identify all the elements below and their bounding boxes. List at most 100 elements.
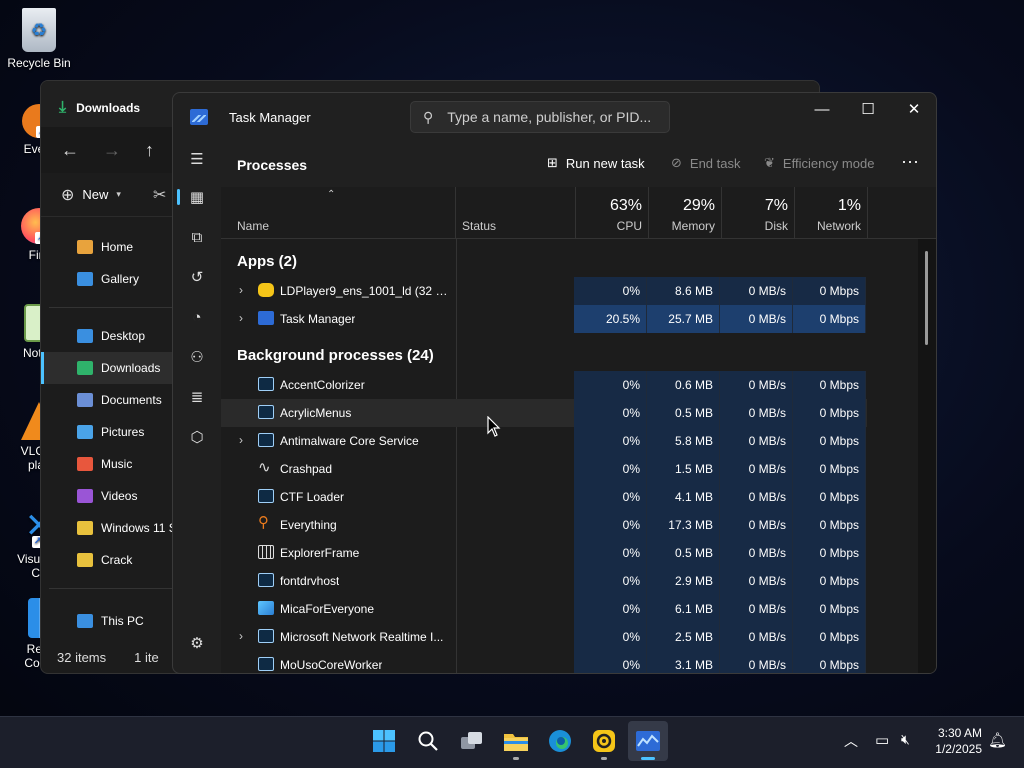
process-row[interactable]: MicaForEveryone 0% 6.1 MB 0 MB/s 0 Mbps bbox=[221, 595, 867, 623]
column-header-spacer bbox=[868, 187, 936, 239]
process-row[interactable]: AcrylicMenus 0% 0.5 MB 0 MB/s 0 Mbps bbox=[221, 399, 867, 427]
process-name: CTF Loader bbox=[280, 490, 345, 504]
download-icon: ⤓ bbox=[59, 99, 67, 116]
notification-bell-icon[interactable]: 🔔︎ bbox=[988, 731, 1007, 749]
edge-taskbar-button[interactable] bbox=[540, 721, 580, 761]
process-row[interactable]: ∿ Crashpad 0% 1.5 MB 0 MB/s 0 Mbps bbox=[221, 455, 867, 483]
column-header-cpu[interactable]: 63% CPU bbox=[576, 187, 649, 239]
file-explorer-taskbar-button[interactable] bbox=[496, 721, 536, 761]
more-options-icon[interactable]: ··· bbox=[901, 151, 919, 172]
process-network: 0 Mbps bbox=[793, 511, 866, 539]
processes-nav-icon[interactable]: ▦ bbox=[177, 179, 217, 215]
forward-arrow-icon[interactable]: → bbox=[103, 140, 121, 161]
chevron-right-icon[interactable]: › bbox=[239, 283, 243, 297]
process-row[interactable]: › Task Manager 20.5% 25.7 MB 0 MB/s 0 Mbps bbox=[221, 305, 867, 333]
chevron-right-icon[interactable]: › bbox=[239, 311, 243, 325]
sidebar-item-videos[interactable]: Videos bbox=[41, 480, 181, 512]
details-nav-icon[interactable]: ≣ bbox=[177, 379, 217, 415]
window-icon bbox=[258, 657, 274, 671]
new-button[interactable]: New bbox=[82, 187, 108, 202]
hamburger-menu-icon[interactable]: ☰ bbox=[177, 141, 217, 177]
desktop-icon-recycle-bin[interactable]: ♻ Recycle Bin bbox=[0, 8, 78, 70]
process-row[interactable]: ExplorerFrame 0% 0.5 MB 0 MB/s 0 Mbps bbox=[221, 539, 867, 567]
column-header-name[interactable]: ⌃ Name bbox=[221, 187, 456, 239]
ldplayer-taskbar-button[interactable] bbox=[584, 721, 624, 761]
folder-icon bbox=[77, 489, 93, 503]
start-button[interactable] bbox=[364, 721, 404, 761]
folder-icon bbox=[77, 240, 93, 254]
run-new-task-button[interactable]: ⊞ Run new task bbox=[547, 155, 645, 171]
process-disk: 0 MB/s bbox=[720, 371, 793, 399]
back-arrow-icon[interactable]: ← bbox=[61, 140, 79, 161]
column-header-memory[interactable]: 29% Memory bbox=[649, 187, 722, 239]
task-view-button[interactable] bbox=[452, 721, 492, 761]
sidebar-item-label: Gallery bbox=[101, 272, 140, 286]
process-name: LDPlayer9_ens_1001_ld (32 bit) bbox=[280, 284, 450, 298]
up-arrow-icon[interactable]: ↑ bbox=[145, 140, 154, 161]
performance-nav-icon[interactable]: ⧉ bbox=[177, 219, 217, 255]
process-row[interactable]: › Antimalware Core Service 0% 5.8 MB 0 MB/s 0… bbox=[221, 427, 867, 455]
end-task-button[interactable]: ⊘ End task bbox=[671, 155, 741, 171]
sidebar-item-downloads[interactable]: Downloads bbox=[41, 352, 181, 384]
chevron-right-icon[interactable]: › bbox=[239, 433, 243, 447]
process-row[interactable]: CTF Loader 0% 4.1 MB 0 MB/s 0 Mbps bbox=[221, 483, 867, 511]
sidebar-item-home[interactable]: Home bbox=[41, 231, 181, 263]
efficiency-mode-label: Efficiency mode bbox=[782, 155, 875, 171]
process-row[interactable]: AccentColorizer 0% 0.6 MB 0 MB/s 0 Mbps bbox=[221, 371, 867, 399]
sidebar-item-gallery[interactable]: Gallery bbox=[41, 263, 181, 295]
process-disk: 0 MB/s bbox=[720, 305, 793, 333]
sidebar-item-label: Desktop bbox=[101, 329, 146, 343]
users-nav-icon[interactable]: ⚇ bbox=[177, 339, 217, 375]
startup-apps-nav-icon[interactable]: ◔ bbox=[177, 299, 217, 335]
page-title: Processes bbox=[237, 157, 308, 173]
explorer-tab-downloads[interactable]: ⤓ Downloads bbox=[49, 89, 179, 127]
process-row[interactable]: › Microsoft Network Realtime I... 0% 2.5 MB… bbox=[221, 623, 867, 651]
taskbar: ︿ ▭ 🔇︎ 3:30 AM 1/2/2025 🔔︎ bbox=[0, 716, 1024, 768]
sidebar-item-pictures[interactable]: Pictures bbox=[41, 416, 181, 448]
volume-muted-icon[interactable]: 🔇︎ bbox=[901, 731, 910, 748]
column-header-network[interactable]: 1% Network bbox=[795, 187, 868, 239]
chevron-right-icon[interactable]: › bbox=[239, 629, 243, 643]
settings-gear-icon[interactable]: ⚙ bbox=[177, 625, 217, 661]
mouse-cursor-icon bbox=[487, 416, 501, 437]
process-memory: 2.5 MB bbox=[647, 623, 720, 651]
process-disk: 0 MB/s bbox=[720, 623, 793, 651]
window-icon bbox=[258, 573, 274, 587]
process-row[interactable]: MoUsoCoreWorker 0% 3.1 MB 0 MB/s 0 Mbps bbox=[221, 651, 867, 673]
sidebar-item-windows-11-s[interactable]: Windows 11 S bbox=[41, 512, 181, 544]
close-button[interactable]: ✕ bbox=[891, 93, 936, 125]
system-clock[interactable]: 3:30 AM 1/2/2025 bbox=[935, 725, 982, 757]
search-input[interactable] bbox=[447, 109, 658, 125]
edge-browser-icon bbox=[549, 730, 571, 752]
sidebar-item-music[interactable]: Music bbox=[41, 448, 181, 480]
app-history-nav-icon[interactable]: ↺ bbox=[177, 259, 217, 295]
maximize-button[interactable]: ☐ bbox=[845, 93, 891, 125]
sidebar-item-documents[interactable]: Documents bbox=[41, 384, 181, 416]
search-box[interactable]: ⚲ bbox=[410, 101, 670, 133]
services-nav-icon[interactable]: ⬡ bbox=[177, 419, 217, 455]
column-header-disk[interactable]: 7% Disk bbox=[722, 187, 795, 239]
folder-icon bbox=[77, 521, 93, 535]
process-memory: 25.7 MB bbox=[647, 305, 720, 333]
process-row[interactable]: › LDPlayer9_ens_1001_ld (32 bit) 0% 8.6 MB 0… bbox=[221, 277, 867, 305]
process-disk: 0 MB/s bbox=[720, 455, 793, 483]
sidebar-item-crack[interactable]: Crack bbox=[41, 544, 181, 576]
chevron-up-icon[interactable]: ︿ bbox=[844, 731, 858, 751]
scrollbar-thumb[interactable] bbox=[925, 251, 928, 345]
process-cpu: 0% bbox=[574, 277, 647, 305]
minimize-button[interactable]: — bbox=[799, 93, 845, 125]
task-manager-taskbar-button[interactable] bbox=[628, 721, 668, 761]
search-button[interactable] bbox=[408, 721, 448, 761]
window-icon bbox=[258, 377, 274, 391]
efficiency-mode-button[interactable]: ❦ Efficiency mode bbox=[764, 155, 874, 171]
network-icon[interactable]: ▭ bbox=[875, 731, 889, 749]
sidebar-item-this-pc[interactable]: This PC bbox=[41, 605, 181, 637]
process-row[interactable]: ⚲ Everything 0% 17.3 MB 0 MB/s 0 Mbps bbox=[221, 511, 867, 539]
cut-icon[interactable]: ✂ bbox=[153, 185, 166, 205]
process-name: fontdrvhost bbox=[280, 574, 340, 588]
sidebar-item-desktop[interactable]: Desktop bbox=[41, 320, 181, 352]
group-header-background: Background processes (24) bbox=[237, 347, 434, 364]
column-header-status[interactable]: Status bbox=[456, 187, 576, 239]
sidebar-item-label: Windows 11 S bbox=[101, 521, 177, 535]
process-row[interactable]: fontdrvhost 0% 2.9 MB 0 MB/s 0 Mbps bbox=[221, 567, 867, 595]
